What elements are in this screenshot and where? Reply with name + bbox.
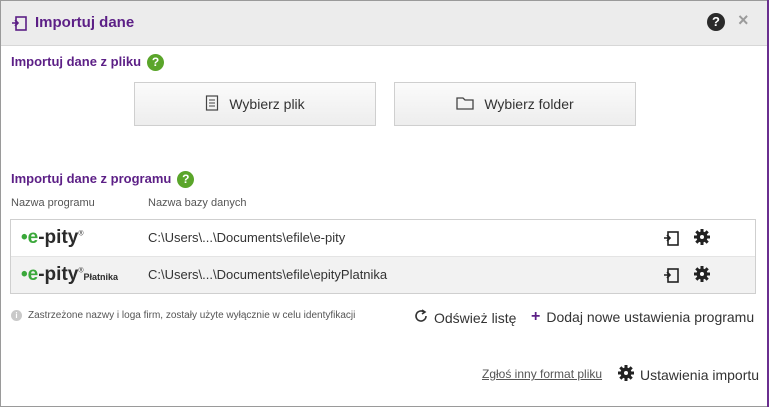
program-section-heading: Importuj dane z programu? xyxy=(11,171,195,189)
import-icon xyxy=(11,14,29,37)
column-header-program: Nazwa programu xyxy=(11,197,95,209)
program-section-title: Importuj dane z programu xyxy=(11,171,172,186)
program-table: •e-pity® C:\Users\...\Documents\efile\e-… xyxy=(10,219,756,294)
choose-folder-button[interactable]: Wybierz folder xyxy=(394,82,636,126)
add-label: Dodaj nowe ustawienia programu xyxy=(546,309,755,325)
import-icon[interactable] xyxy=(663,229,681,252)
import-settings-button[interactable]: Ustawienia importu xyxy=(617,364,759,385)
disclaimer: i Zastrzeżone nazwy i loga firm, zostały… xyxy=(11,310,355,321)
report-format-link[interactable]: Zgłoś inny format pliku xyxy=(482,367,602,381)
gear-icon xyxy=(617,364,635,385)
close-icon[interactable]: × xyxy=(738,10,749,31)
info-icon: i xyxy=(11,310,22,321)
program-help-icon[interactable]: ? xyxy=(177,171,195,189)
choose-folder-label: Wybierz folder xyxy=(484,96,574,112)
dialog-title: Importuj dane xyxy=(35,14,135,31)
database-path: C:\Users\...\Documents\efile\epityPlatni… xyxy=(148,267,388,282)
table-row[interactable]: •e-pity®Płatnika C:\Users\...\Documents\… xyxy=(11,256,755,293)
epity-platnika-logo: •e-pity®Płatnika xyxy=(21,264,119,285)
table-row[interactable]: •e-pity® C:\Users\...\Documents\efile\e-… xyxy=(11,220,755,256)
gear-icon[interactable] xyxy=(693,265,711,288)
database-path: C:\Users\...\Documents\efile\e-pity xyxy=(148,230,346,245)
column-header-database: Nazwa bazy danych xyxy=(148,197,247,209)
choose-file-label: Wybierz plik xyxy=(229,96,305,112)
choose-file-button[interactable]: Wybierz plik xyxy=(134,82,376,126)
dialog-titlebar: Importuj dane ? × xyxy=(1,1,768,46)
folder-icon xyxy=(456,96,474,113)
disclaimer-text: Zastrzeżone nazwy i loga firm, zostały u… xyxy=(28,310,356,321)
epity-logo: •e-pity® xyxy=(21,227,84,248)
refresh-label: Odśwież listę xyxy=(434,309,517,326)
import-icon[interactable] xyxy=(663,266,681,289)
file-section-heading: Importuj dane z pliku? xyxy=(11,54,165,72)
plus-icon: + xyxy=(531,308,541,325)
refresh-list-button[interactable]: Odśwież listę xyxy=(413,308,516,327)
gear-icon[interactable] xyxy=(693,228,711,251)
add-program-settings-button[interactable]: + Dodaj nowe ustawienia programu xyxy=(531,308,754,326)
refresh-icon xyxy=(413,308,429,327)
file-icon xyxy=(205,94,219,114)
settings-label: Ustawienia importu xyxy=(640,366,760,383)
help-icon[interactable]: ? xyxy=(707,13,725,31)
file-help-icon[interactable]: ? xyxy=(147,54,165,72)
file-section-title: Importuj dane z pliku xyxy=(11,54,142,69)
